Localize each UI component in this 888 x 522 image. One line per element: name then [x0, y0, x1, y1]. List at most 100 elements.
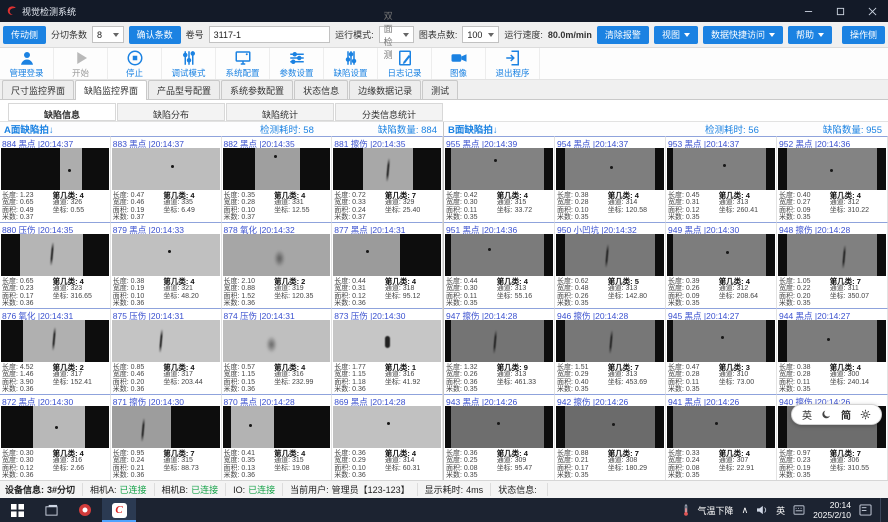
- defect-cell[interactable]: 874 压伤 |20:14:31长度: 0.57宽度: 1.15面积: 0.15…: [222, 308, 333, 394]
- defect-mark: [387, 422, 390, 425]
- defect-stats: 长度: 1.51宽度: 0.29面积: 0.40米数: 0.35第几类: 7通道…: [555, 362, 665, 394]
- defect-cell[interactable]: 950 小凹坑 |20:14:32长度: 0.62宽度: 0.48面积: 0.2…: [555, 222, 666, 308]
- pinned-app-icon[interactable]: [68, 498, 102, 522]
- close-icon[interactable]: [856, 0, 888, 22]
- volume-icon[interactable]: [756, 505, 768, 515]
- defect-cell[interactable]: 873 压伤 |20:14:30长度: 1.77宽度: 1.15面积: 1.18…: [332, 308, 443, 394]
- clear-alarm-button[interactable]: 清除报警: [597, 26, 649, 44]
- dark-mode-moon-icon[interactable]: [821, 409, 832, 420]
- defect-cell[interactable]: 948 擦伤 |20:14:28长度: 1.05宽度: 0.22面积: 0.20…: [777, 222, 888, 308]
- notification-center-icon[interactable]: [859, 504, 872, 516]
- defect-thumbnail: [445, 148, 553, 190]
- main-tab[interactable]: 系统参数配置: [221, 80, 293, 99]
- main-tab[interactable]: 产品型号配置: [148, 80, 220, 99]
- keyboard-icon[interactable]: [793, 505, 805, 515]
- defect-cell[interactable]: 946 擦伤 |20:14:28长度: 1.51宽度: 0.29面积: 0.40…: [555, 308, 666, 394]
- inspection-app-taskbar-icon[interactable]: C: [102, 498, 136, 522]
- defect-cell[interactable]: 941 黑点 |20:14:26长度: 0.33宽度: 0.24面积: 0.08…: [666, 394, 777, 480]
- action-debug-sliders[interactable]: 调试模式: [162, 48, 216, 79]
- action-user[interactable]: 管理登录: [0, 48, 54, 79]
- maximize-icon[interactable]: [824, 0, 856, 22]
- chart-points-select[interactable]: 100: [462, 26, 499, 43]
- defect-cell[interactable]: 878 氧化 |20:14:32长度: 2.10宽度: 0.88面积: 1.52…: [222, 222, 333, 308]
- operator-side-button[interactable]: 操作侧: [842, 26, 885, 44]
- drive-side-button[interactable]: 传动侧: [3, 26, 46, 44]
- main-tab[interactable]: 状态信息: [294, 80, 348, 99]
- defect-cell[interactable]: 872 黑点 |20:14:30长度: 0.30宽度: 0.30面积: 0.12…: [0, 394, 111, 480]
- defect-cell[interactable]: 870 黑点 |20:14:28长度: 0.41宽度: 0.35面积: 0.13…: [222, 394, 333, 480]
- defect-cell-header: 880 压伤 |20:14:35: [0, 223, 110, 234]
- defect-cell[interactable]: 881 擦伤 |20:14:35长度: 0.72宽度: 0.33面积: 0.24…: [332, 136, 443, 222]
- start-button[interactable]: [0, 498, 34, 522]
- defect-cell[interactable]: 871 擦伤 |20:14:30长度: 0.95宽度: 0.24面积: 0.21…: [111, 394, 222, 480]
- defect-cell[interactable]: 943 黑点 |20:14:26长度: 0.36宽度: 0.25面积: 0.08…: [444, 394, 555, 480]
- defect-cell[interactable]: 883 黑点 |20:14:37长度: 0.47宽度: 0.46面积: 0.19…: [111, 136, 222, 222]
- defect-cell[interactable]: 947 擦伤 |20:14:28长度: 1.32宽度: 0.26面积: 0.36…: [444, 308, 555, 394]
- defect-cell[interactable]: 944 黑点 |20:14:27长度: 0.38宽度: 0.28面积: 0.11…: [777, 308, 888, 394]
- action-label: 管理登录: [9, 67, 43, 79]
- sub-tab[interactable]: 缺陷分布: [117, 103, 225, 121]
- action-play[interactable]: 开始: [54, 48, 108, 79]
- main-tab[interactable]: 缺陷监控界面: [75, 80, 147, 100]
- minimize-icon[interactable]: [792, 0, 824, 22]
- confirm-count-button[interactable]: 确认条数: [129, 26, 181, 44]
- show-desktop-button[interactable]: [880, 498, 884, 522]
- action-monitor[interactable]: 系统配置: [216, 48, 270, 79]
- defect-thumbnail: [667, 148, 775, 190]
- defect-cell[interactable]: 876 氧化 |20:14:31长度: 4.52宽度: 1.46面积: 3.90…: [0, 308, 111, 394]
- log-icon: [396, 49, 414, 67]
- action-params-sliders[interactable]: 参数设置: [270, 48, 324, 79]
- action-exit[interactable]: 退出程序: [486, 48, 540, 79]
- action-defect-sliders[interactable]: 缺陷设置: [324, 48, 378, 79]
- defect-cell[interactable]: 955 黑点 |20:14:39长度: 0.42宽度: 0.30面积: 0.11…: [444, 136, 555, 222]
- input-method-indicator[interactable]: 英: [776, 504, 785, 517]
- defect-cell[interactable]: 877 黑点 |20:14:31长度: 0.44宽度: 0.31面积: 0.12…: [332, 222, 443, 308]
- action-label: 开始: [72, 67, 89, 79]
- defect-cell[interactable]: 880 压伤 |20:14:35长度: 0.65宽度: 0.23面积: 0.17…: [0, 222, 111, 308]
- defect-cell[interactable]: 953 黑点 |20:14:37长度: 0.45宽度: 0.31面积: 0.12…: [666, 136, 777, 222]
- defect-cell[interactable]: 879 黑点 |20:14:33长度: 0.38宽度: 0.19面积: 0.10…: [111, 222, 222, 308]
- defect-mark: [830, 169, 833, 172]
- task-view-button[interactable]: [34, 498, 68, 522]
- sub-tab[interactable]: 分类信息统计: [335, 103, 443, 121]
- sub-tab[interactable]: 缺陷信息: [8, 103, 116, 121]
- tray-expand-caret[interactable]: ∧: [742, 505, 749, 516]
- sub-tab[interactable]: 缺陷统计: [226, 103, 334, 121]
- defect-stats: 长度: 0.38宽度: 0.28面积: 0.11米数: 0.35第几类: 4通道…: [777, 362, 887, 394]
- lang-english-button[interactable]: 英: [802, 407, 812, 422]
- defect-cell[interactable]: 875 压伤 |20:14:31长度: 0.85宽度: 0.46面积: 0.20…: [111, 308, 222, 394]
- help-menu-button[interactable]: 帮助: [788, 26, 832, 44]
- lang-simplified-button[interactable]: 简: [841, 407, 851, 422]
- slit-count-select[interactable]: 8: [92, 26, 124, 43]
- main-tab[interactable]: 边缘数据记录: [349, 80, 421, 99]
- chevron-down-icon: [818, 33, 824, 37]
- defect-cell[interactable]: 951 黑点 |20:14:36长度: 0.44宽度: 0.30面积: 0.11…: [444, 222, 555, 308]
- data-quick-access-button[interactable]: 数据快捷访问: [703, 26, 783, 44]
- action-log[interactable]: 日志记录: [378, 48, 432, 79]
- roll-number-input[interactable]: 3117-1: [209, 26, 331, 43]
- view-menu-button[interactable]: 视图: [654, 26, 698, 44]
- status-segment: 相机B:已连接: [155, 483, 227, 496]
- defect-stats: 长度: 0.95宽度: 0.24面积: 0.21米数: 0.36第几类: 7通道…: [111, 448, 221, 480]
- speed-value: 80.0m/min: [548, 30, 592, 40]
- defect-cell[interactable]: 954 黑点 |20:14:37长度: 0.38宽度: 0.28面积: 0.10…: [555, 136, 666, 222]
- status-segment: 设备信息:3#分切: [5, 483, 83, 496]
- weather-status[interactable]: 气温下降: [698, 504, 734, 517]
- main-tab[interactable]: 测试: [422, 80, 458, 99]
- defect-cell-header: 875 压伤 |20:14:31: [111, 309, 221, 320]
- defect-cell[interactable]: 942 擦伤 |20:14:26长度: 0.88宽度: 0.21面积: 0.17…: [555, 394, 666, 480]
- defect-cell[interactable]: 884 黑点 |20:14:37长度: 1.23宽度: 0.65面积: 0.49…: [0, 136, 111, 222]
- run-mode-select[interactable]: 双面检测: [379, 26, 414, 43]
- defect-cell[interactable]: 869 黑点 |20:14:28长度: 0.36宽度: 0.29面积: 0.10…: [332, 394, 443, 480]
- action-stop[interactable]: 停止: [108, 48, 162, 79]
- defect-stats: 长度: 0.72宽度: 0.33面积: 0.24米数: 0.37第几类: 7通道…: [332, 190, 442, 222]
- defect-cell[interactable]: 945 黑点 |20:14:27长度: 0.47宽度: 0.28面积: 0.11…: [666, 308, 777, 394]
- main-tab[interactable]: 尺寸监控界面: [2, 80, 74, 99]
- taskbar-clock[interactable]: 20:142025/2/10: [813, 500, 851, 520]
- gear-icon[interactable]: [860, 409, 871, 420]
- defect-cell[interactable]: 949 黑点 |20:14:30长度: 0.39宽度: 0.26面积: 0.09…: [666, 222, 777, 308]
- defect-cell[interactable]: 882 黑点 |20:14:35长度: 0.35宽度: 0.28面积: 0.10…: [222, 136, 333, 222]
- action-camera[interactable]: 图像: [432, 48, 486, 79]
- defect-thumbnail: [667, 320, 775, 362]
- defect-cell[interactable]: 952 黑点 |20:14:36长度: 0.40宽度: 0.27面积: 0.09…: [777, 136, 888, 222]
